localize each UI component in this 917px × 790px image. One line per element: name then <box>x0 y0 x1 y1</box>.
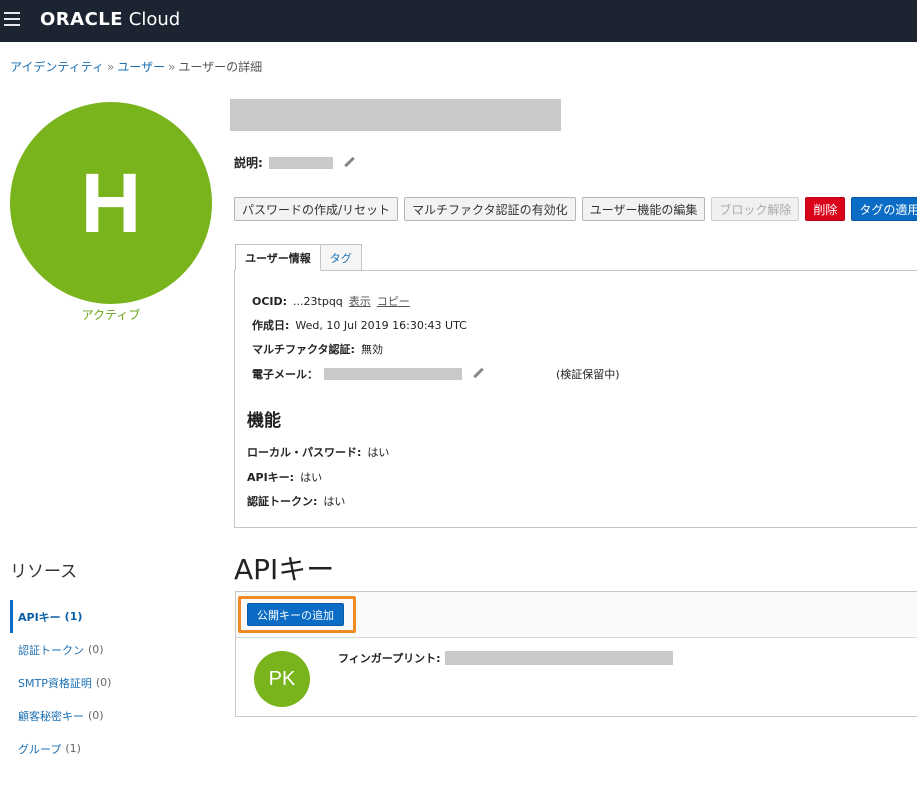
oracle-cloud-logo[interactable]: ORACLE Cloud <box>40 9 180 30</box>
description-label: 説明: <box>234 156 263 170</box>
breadcrumb: アイデンティティ» ユーザー» ユーザーの詳細 <box>10 60 263 74</box>
resource-customer-secret-keys[interactable]: 顧客秘密キー (0) <box>10 699 212 732</box>
api-keys-capability-label: APIキー: <box>247 471 295 484</box>
description-row: 説明: <box>234 154 355 171</box>
email-label: 電子メール： <box>252 368 318 381</box>
email-row: 電子メール： (検証保留中) <box>252 366 620 382</box>
tab-user-info[interactable]: ユーザー情報 <box>235 244 321 271</box>
resources-list: APIキー (1) 認証トークン (0) SMTP資格証明 (0) 顧客秘密キー (0)… <box>10 600 212 765</box>
local-password-value: はい <box>367 446 390 459</box>
detail-tabs: ユーザー情報 タグ <box>235 244 362 271</box>
mfa-value: 無効 <box>360 343 383 356</box>
key-avatar: PK <box>254 651 310 707</box>
ocid-copy-link[interactable]: コピー <box>377 293 410 309</box>
fingerprint-row: フィンガープリント: <box>338 650 673 666</box>
ocid-label: OCID: <box>252 294 288 308</box>
description-redacted <box>268 156 333 169</box>
menu-icon[interactable] <box>4 12 20 26</box>
mfa-row: マルチファクタ認証: 無効 <box>252 341 383 357</box>
local-password-row: ローカル・パスワード: はい <box>247 444 389 460</box>
created-row: 作成日: Wed, 10 Jul 2019 16:30:43 UTC <box>252 317 467 333</box>
api-keys-table: 公開キーの追加 PK フィンガープリント: <box>235 591 917 717</box>
breadcrumb-user-details: ユーザーの詳細 <box>178 60 263 74</box>
local-password-label: ローカル・パスワード: <box>247 446 362 459</box>
mfa-label: マルチファクタ認証: <box>252 343 355 356</box>
api-keys-toolbar: 公開キーの追加 <box>236 592 917 638</box>
ocid-value: ...23tpqq <box>293 294 343 308</box>
resources-heading: リソース <box>10 562 78 582</box>
created-value: Wed, 10 Jul 2019 16:30:43 UTC <box>295 318 467 332</box>
user-name-redacted <box>230 99 561 131</box>
api-keys-heading: APIキー <box>234 553 335 586</box>
auth-tokens-capability-value: はい <box>323 495 346 508</box>
api-keys-capability-value: はい <box>300 471 323 484</box>
edit-description-pencil-icon[interactable] <box>343 157 355 169</box>
edit-email-pencil-icon[interactable] <box>472 368 484 380</box>
user-avatar: H <box>10 102 212 304</box>
user-info-panel: OCID: ...23tpqq 表示 コピー 作成日: Wed, 10 Jul … <box>234 270 917 528</box>
unblock-button[interactable]: ブロック解除 <box>711 197 800 221</box>
created-label: 作成日: <box>252 319 290 332</box>
fingerprint-label: フィンガープリント: <box>338 652 441 665</box>
ocid-row: OCID: ...23tpqq 表示 コピー <box>252 293 410 309</box>
ocid-show-link[interactable]: 表示 <box>349 293 371 309</box>
auth-tokens-capability-row: 認証トークン: はい <box>247 493 345 509</box>
resource-smtp-credentials[interactable]: SMTP資格証明 (0) <box>10 666 212 699</box>
api-keys-capability-row: APIキー: はい <box>247 469 322 485</box>
user-status: アクティブ <box>81 308 141 322</box>
capabilities-heading: 機能 <box>247 411 281 431</box>
breadcrumb-users[interactable]: ユーザー <box>117 60 165 74</box>
fingerprint-redacted <box>444 651 673 665</box>
email-status: (検証保留中) <box>556 368 620 381</box>
top-navigation-bar: ORACLE Cloud <box>0 0 917 42</box>
delete-button[interactable]: 削除 <box>805 197 846 221</box>
resource-api-keys[interactable]: APIキー (1) <box>10 600 212 633</box>
apply-tags-button[interactable]: タグの適用 <box>851 197 917 221</box>
create-reset-password-button[interactable]: パスワードの作成/リセット <box>234 197 399 221</box>
enable-mfa-button[interactable]: マルチファクタ認証の有効化 <box>404 197 576 221</box>
edit-user-capabilities-button[interactable]: ユーザー機能の編集 <box>581 197 706 221</box>
resource-auth-tokens[interactable]: 認証トークン (0) <box>10 633 212 666</box>
auth-tokens-capability-label: 認証トークン: <box>247 495 318 508</box>
tab-tags[interactable]: タグ <box>319 244 362 271</box>
user-actions-toolbar: パスワードの作成/リセット マルチファクタ認証の有効化 ユーザー機能の編集 ブロ… <box>234 197 917 221</box>
breadcrumb-identity[interactable]: アイデンティティ <box>10 60 104 74</box>
resource-groups[interactable]: グループ (1) <box>10 732 212 765</box>
email-redacted <box>324 368 462 380</box>
add-public-key-button[interactable]: 公開キーの追加 <box>247 603 344 626</box>
